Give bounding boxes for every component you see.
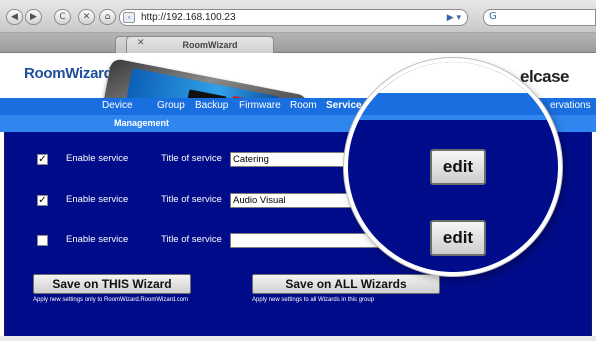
save-all-wizards-button[interactable]: Save on ALL Wizards <box>252 274 440 294</box>
stop-button[interactable]: ✕ <box>78 9 95 25</box>
nav-group[interactable]: Group <box>157 100 185 111</box>
enable-checkbox[interactable] <box>37 235 48 246</box>
service-title-input[interactable] <box>230 233 390 248</box>
tab-title: RoomWizard <box>182 40 238 50</box>
search-engine-icon: G <box>489 11 497 22</box>
enable-checkbox[interactable]: ✓ <box>37 154 48 165</box>
nav-device[interactable]: Device <box>102 100 133 111</box>
subnav-management[interactable]: Management <box>114 118 169 128</box>
save-this-hint: Apply new settings only to RoomWizard.Ro… <box>33 297 189 303</box>
back-button[interactable]: ◀ <box>6 9 23 25</box>
roomwizard-logo: RoomWizard® <box>24 65 118 82</box>
nav-backup[interactable]: Backup <box>195 100 228 111</box>
title-label: Title of service <box>161 234 222 245</box>
search-field[interactable]: G <box>483 9 596 26</box>
enable-label: Enable service <box>66 234 129 245</box>
tab-roomwizard[interactable]: ✕ RoomWizard <box>126 36 274 53</box>
address-bar[interactable]: ▫ http://192.168.100.23 ▶ ▾ <box>119 9 468 26</box>
home-button[interactable]: ⌂ <box>99 9 116 25</box>
browser-toolbar: ◀ ▶ C ✕ ⌂ ▫ http://192.168.100.23 ▶ ▾ G <box>0 0 596 33</box>
nav-room[interactable]: Room <box>290 100 317 111</box>
edit-button[interactable]: edit <box>430 149 486 185</box>
go-arrow-icon[interactable]: ▶ ▾ <box>447 13 461 23</box>
url-text: http://192.168.100.23 <box>141 12 236 23</box>
save-this-wizard-button[interactable]: Save on THIS Wizard <box>33 274 191 294</box>
tab-strip: ✕ ✕ RoomWizard <box>0 33 596 53</box>
nav-firmware[interactable]: Firmware <box>239 100 281 111</box>
enable-label: Enable service <box>66 153 129 164</box>
enable-label: Enable service <box>66 194 129 205</box>
save-all-hint: Apply new settings to all Wizards in thi… <box>252 297 375 303</box>
reload-button[interactable]: C <box>54 9 71 25</box>
edit-button[interactable]: edit <box>430 220 486 256</box>
magnifier-callout: edit edit <box>344 58 562 276</box>
page-icon: ▫ <box>123 12 135 23</box>
title-label: Title of service <box>161 153 222 164</box>
forward-button[interactable]: ▶ <box>25 9 42 25</box>
enable-checkbox[interactable]: ✓ <box>37 195 48 206</box>
page-footer <box>0 336 596 341</box>
tab-close-icon[interactable]: ✕ <box>137 38 145 48</box>
title-label: Title of service <box>161 194 222 205</box>
